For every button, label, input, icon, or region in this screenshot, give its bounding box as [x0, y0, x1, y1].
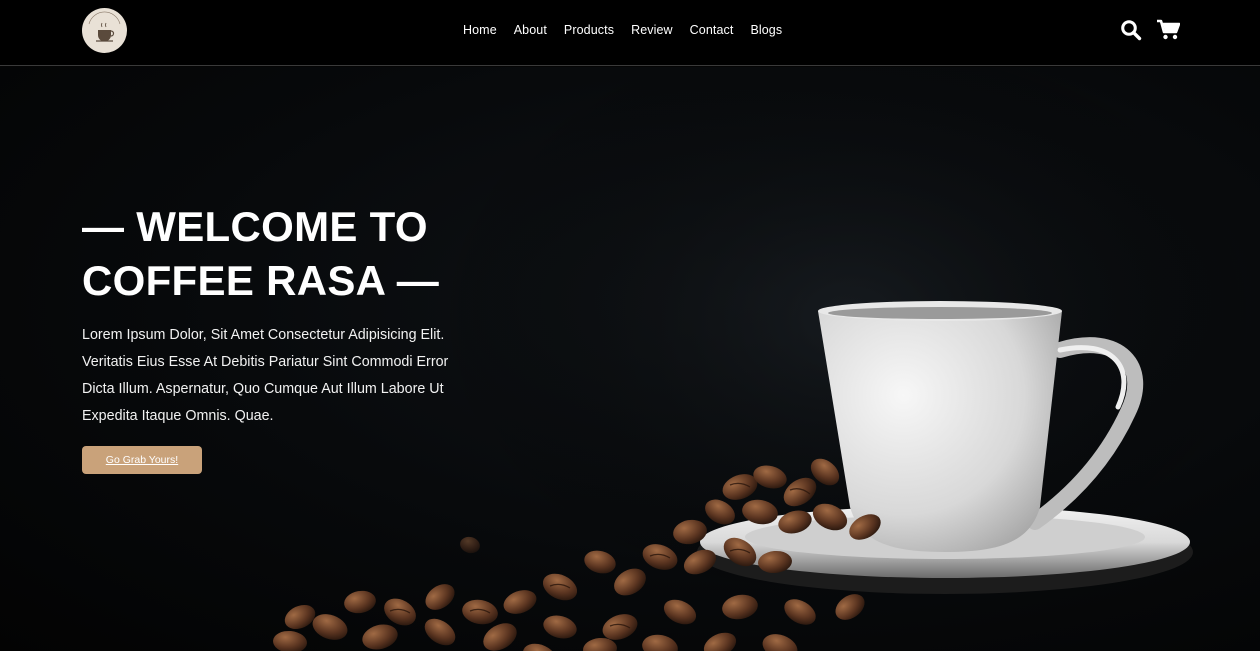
go-grab-yours-button[interactable]: Go Grab Yours! [82, 446, 202, 474]
hero-title: — WELCOME TO COFFEE RASA — [82, 200, 482, 308]
nav-link-blogs[interactable]: Blogs [750, 23, 782, 37]
coffee-cup-logo-icon [82, 8, 127, 53]
nav-link-about[interactable]: About [514, 23, 547, 37]
nav-link-review[interactable]: Review [631, 23, 673, 37]
nav-link-home[interactable]: Home [463, 23, 497, 37]
main-nav: Home About Products Review Contact Blogs [463, 23, 782, 37]
hero-title-line-1: — WELCOME TO [82, 203, 428, 250]
coffee-rasa-logo[interactable] [82, 8, 127, 53]
hero-section: — WELCOME TO COFFEE RASA — Lorem Ipsum D… [0, 67, 1260, 651]
cart-button[interactable] [1156, 19, 1181, 43]
search-button[interactable] [1120, 19, 1144, 43]
search-icon [1121, 20, 1142, 41]
site-header: Home About Products Review Contact Blogs [0, 0, 1260, 66]
hero-title-line-2: COFFEE RASA — [82, 257, 440, 304]
hero-content: — WELCOME TO COFFEE RASA — Lorem Ipsum D… [82, 200, 482, 474]
nav-link-contact[interactable]: Contact [690, 23, 734, 37]
hero-description: Lorem Ipsum Dolor, Sit Amet Consectetur … [82, 327, 449, 424]
nav-link-products[interactable]: Products [564, 23, 614, 37]
shopping-cart-icon [1157, 19, 1181, 40]
